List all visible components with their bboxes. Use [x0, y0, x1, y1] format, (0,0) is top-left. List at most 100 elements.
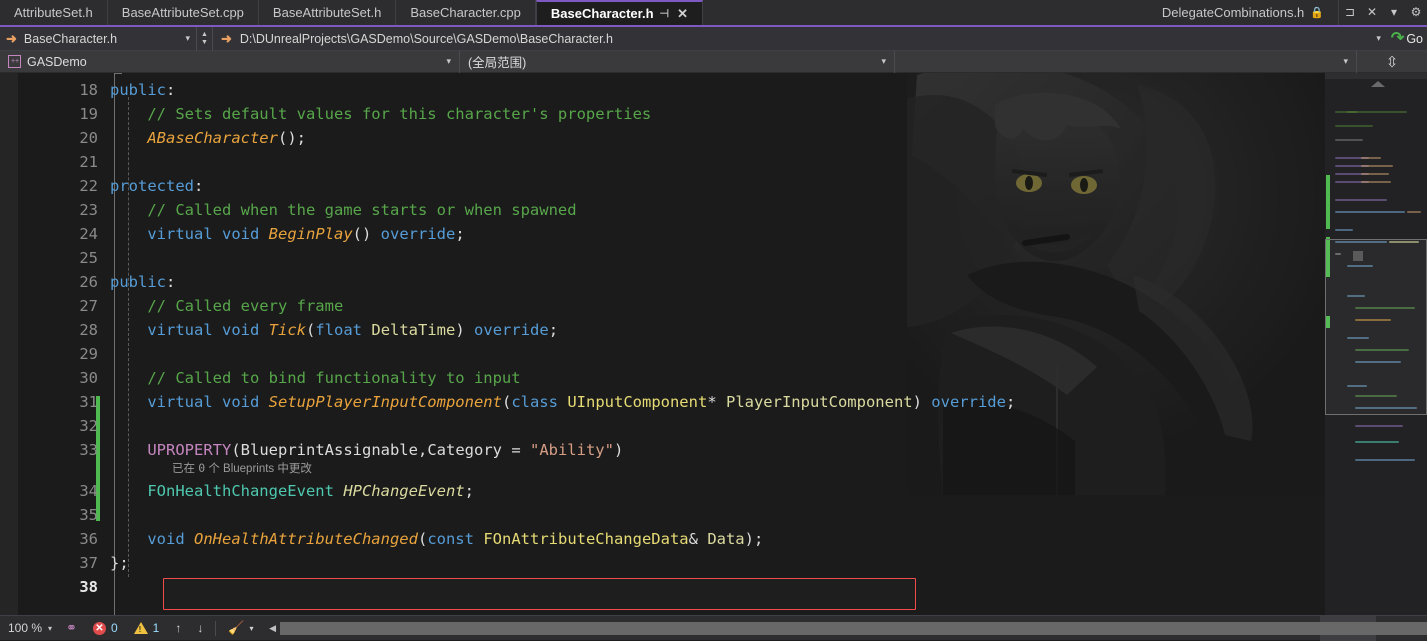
line-number: 38 — [79, 578, 98, 596]
code-line[interactable]: }; — [110, 551, 129, 575]
gear-icon[interactable]: ⚙ — [1405, 0, 1427, 24]
tab-attributeset-h[interactable]: AttributeSet.h — [0, 0, 108, 25]
indicator-margin[interactable] — [0, 73, 18, 615]
scroll-up-icon[interactable] — [1371, 81, 1385, 87]
chevron-down-icon[interactable]: ▾ — [250, 624, 254, 633]
tab-basecharacter-cpp[interactable]: BaseCharacter.cpp — [396, 0, 536, 25]
current-file-dropdown[interactable]: ➜ BaseCharacter.h ▾ — [0, 27, 196, 51]
tab-baseattributeset-h[interactable]: BaseAttributeSet.h — [258, 0, 397, 25]
scope-dropdown[interactable]: (全局范围) ▾ — [460, 50, 895, 73]
feedback-icon[interactable]: ⚭ — [58, 620, 85, 636]
warning-count[interactable]: 1 — [126, 621, 168, 635]
spin-down-icon[interactable]: ▼ — [201, 39, 208, 47]
code-editor[interactable]: public: // Sets default values for this … — [0, 73, 1427, 615]
minimap-line — [1355, 425, 1403, 427]
line-number: 20 — [79, 129, 98, 147]
chevron-down-icon[interactable]: ▾ — [1383, 0, 1405, 24]
minimap-line — [1355, 459, 1415, 461]
minimap[interactable] — [1325, 73, 1427, 615]
pin-icon[interactable]: ⊐ — [1339, 0, 1361, 24]
current-file-label: BaseCharacter.h — [23, 31, 118, 46]
spin-up-icon[interactable]: ▲ — [201, 31, 208, 39]
chevron-down-icon[interactable]: ▾ — [185, 33, 190, 44]
code-token: virtual — [147, 321, 213, 339]
code-token: void — [222, 225, 260, 243]
code-token: : — [166, 273, 176, 291]
file-path-dropdown[interactable]: ➜ D:\DUnrealProjects\GASDemo\Source\GASD… — [212, 26, 1389, 51]
minimap-viewport[interactable] — [1325, 239, 1427, 415]
line-number: 34 — [79, 482, 98, 500]
member-navigation-bar: + + GASDemo ▾ (全局范围) ▾ ▾ ⇳ — [0, 50, 1427, 73]
split-view-icon[interactable]: ⇳ — [1357, 53, 1427, 71]
code-token: , — [417, 441, 428, 459]
chevron-down-icon[interactable]: ▾ — [1376, 33, 1381, 44]
forward-arrow-icon: ➜ — [221, 30, 232, 46]
close-icon[interactable]: ✕ — [677, 6, 688, 22]
scrollbar-thumb[interactable] — [279, 621, 1427, 635]
code-cleanup-button[interactable]: 🧹 ▾ — [220, 620, 261, 636]
code-token: * — [707, 393, 726, 411]
document-tab-strip: AttributeSet.h BaseAttributeSet.cpp Base… — [0, 0, 1427, 25]
warning-icon — [133, 622, 148, 634]
chevron-down-icon[interactable]: ▾ — [446, 56, 451, 67]
code-text-area[interactable]: public: // Sets default values for this … — [110, 73, 1325, 615]
navigation-bar: ➜ BaseCharacter.h ▾ ▲ ▼ ➜ D:\DUnrealProj… — [0, 26, 1427, 51]
minimap-scroll-thumb[interactable] — [1325, 73, 1427, 79]
code-token: // Called to bind functionality to input — [110, 369, 521, 387]
line-number: 19 — [79, 105, 98, 123]
code-line[interactable]: virtual void BeginPlay() override; — [110, 222, 464, 246]
code-line[interactable]: // Sets default values for this characte… — [110, 102, 651, 126]
code-line[interactable]: ABaseCharacter(); — [110, 126, 306, 150]
chevron-down-icon[interactable]: ▾ — [48, 624, 52, 633]
error-count[interactable]: ✕ 0 — [85, 621, 126, 635]
code-line[interactable]: void OnHealthAttributeChanged(const FOnA… — [110, 527, 763, 551]
scroll-left-icon[interactable]: ◀ — [266, 623, 280, 634]
go-button[interactable]: ↷ Go — [1389, 27, 1427, 51]
next-issue-button[interactable]: ↓ — [189, 621, 211, 635]
line-number: 26 — [79, 273, 98, 291]
pin-icon[interactable]: ⊣ — [660, 7, 670, 20]
code-token: FOnAttributeChangeData — [483, 530, 689, 548]
tab-delegatecombinations-h[interactable]: DelegateCombinations.h 🔒 — [1147, 0, 1339, 25]
minimap-line — [1335, 139, 1363, 141]
codelens-suffix: 个 Blueprints 中更改 — [205, 463, 312, 475]
code-token: public — [110, 81, 166, 99]
code-token: (); — [277, 129, 306, 147]
chevron-down-icon[interactable]: ▾ — [881, 56, 886, 67]
tab-label: AttributeSet.h — [14, 5, 93, 20]
scope-label: (全局范围) — [468, 56, 527, 70]
zoom-dropdown[interactable]: 100 % ▾ — [0, 621, 58, 635]
member-dropdown[interactable]: ▾ — [895, 50, 1357, 73]
tab-basecharacter-h[interactable]: BaseCharacter.h ⊣ ✕ — [535, 0, 704, 25]
code-token: ( — [501, 393, 512, 411]
project-dropdown[interactable]: + + GASDemo ▾ — [0, 50, 460, 73]
tab-baseattributeset-cpp[interactable]: BaseAttributeSet.cpp — [107, 0, 259, 25]
tab-strip-spacer — [703, 0, 1148, 23]
code-line[interactable]: // Called every frame — [110, 294, 343, 318]
code-line[interactable]: UPROPERTY(BlueprintAssignable,Category =… — [110, 438, 623, 462]
code-line[interactable]: // Called when the game starts or when s… — [110, 198, 576, 222]
prev-issue-button[interactable]: ↑ — [167, 621, 189, 635]
code-line[interactable]: protected: — [110, 174, 203, 198]
tab-label: DelegateCombinations.h — [1161, 5, 1305, 20]
close-icon[interactable]: ✕ — [1361, 0, 1383, 24]
nav-spinner[interactable]: ▲ ▼ — [196, 26, 212, 51]
arrow-down-icon: ↓ — [197, 621, 204, 635]
code-line[interactable]: public: — [110, 270, 175, 294]
code-line[interactable]: virtual void SetupPlayerInputComponent(c… — [110, 390, 1015, 414]
error-icon: ✕ — [92, 621, 106, 635]
chevron-down-icon[interactable]: ▾ — [1343, 56, 1348, 67]
horizontal-scrollbar[interactable]: ◀ ▶ — [266, 621, 1427, 636]
scrollbar-track[interactable] — [279, 621, 1427, 635]
codelens-annotation[interactable]: 已在 0 个 Blueprints 中更改 — [172, 460, 312, 477]
code-token: ( — [231, 441, 241, 459]
code-line[interactable]: public: — [110, 78, 175, 102]
code-line[interactable]: virtual void Tick(float DeltaTime) overr… — [110, 318, 558, 342]
code-line[interactable]: // Called to bind functionality to input — [110, 366, 521, 390]
warning-count-label: 1 — [152, 621, 160, 635]
code-line[interactable]: FOnHealthChangeEvent HPChangeEvent; — [110, 479, 474, 503]
